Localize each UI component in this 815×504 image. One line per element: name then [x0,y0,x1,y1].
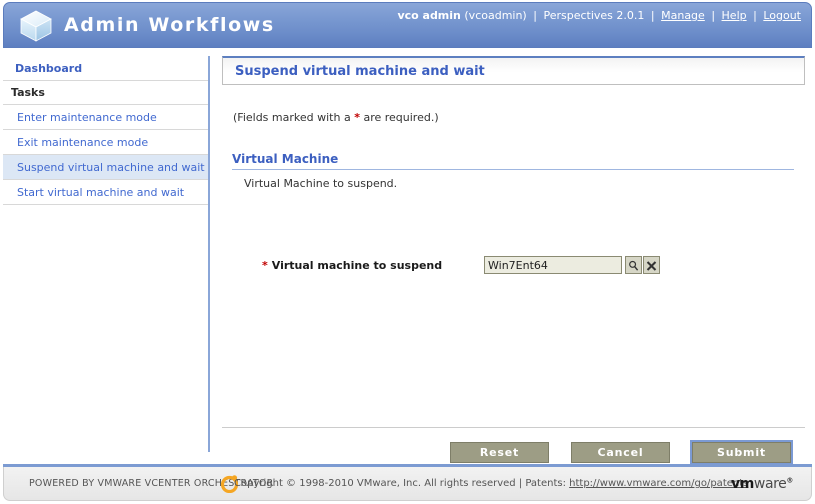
manage-link[interactable]: Manage [661,9,705,22]
close-x-icon [644,260,659,272]
user-login: (vcoadmin) [464,9,527,22]
required-fields-note: (Fields marked with a * are required.) [233,111,439,124]
required-note-prefix: (Fields marked with a [233,111,355,124]
sidebar-item-enter-maintenance-mode[interactable]: Enter maintenance mode [3,105,208,130]
application-window: Admin Workflows vco admin (vcoadmin) | P… [0,0,815,504]
reset-button[interactable]: Reset [450,442,549,463]
sidebar-navigation: Dashboard Tasks Enter maintenance mode E… [3,56,210,452]
required-asterisk: * [262,259,268,272]
separator-1: | [533,9,537,22]
separator-3: | [711,9,716,22]
submit-button[interactable]: Submit [690,440,793,465]
cancel-button[interactable]: Cancel [571,442,670,463]
magnifier-icon [626,260,641,272]
header-user-bar: vco admin (vcoadmin) | Perspectives 2.0.… [397,9,801,22]
sidebar-item-exit-maintenance-mode[interactable]: Exit maintenance mode [3,130,208,155]
sidebar-item-dashboard[interactable]: Dashboard [3,56,208,81]
sidebar-item-start-virtual-machine-and-wait[interactable]: Start virtual machine and wait [3,180,208,205]
section-header-virtual-machine: Virtual Machine [232,152,794,170]
perspectives-label: Perspectives 2.0.1 [543,9,645,22]
app-title: Admin Workflows [64,14,275,36]
sidebar-item-suspend-virtual-machine-and-wait[interactable]: Suspend virtual machine and wait [3,155,208,180]
page-title: Suspend virtual machine and wait [235,64,485,79]
section-divider [232,169,794,170]
form-row-virtual-machine: * Virtual machine to suspend [244,256,804,278]
vmware-logo: vmware® [731,476,793,492]
search-button[interactable] [625,256,642,274]
clear-button[interactable] [643,256,660,274]
copyright-text: Copyright © 1998-2010 VMware, Inc. All r… [234,478,748,489]
vmware-logo-ware: ware [753,476,787,492]
app-header: Admin Workflows vco admin (vcoadmin) | P… [3,2,812,48]
separator-2: | [650,9,655,22]
section-title: Virtual Machine [232,152,339,166]
logout-link[interactable]: Logout [763,9,801,22]
vmware-logo-tm: ® [786,476,793,485]
panel-title-bar: Suspend virtual machine and wait [222,56,805,85]
copyright-label: Copyright © 1998-2010 VMware, Inc. All r… [234,478,570,489]
field-label-text: Virtual machine to suspend [271,259,443,272]
vmware-logo-vm: vm [730,476,754,492]
virtual-machine-input[interactable] [484,256,622,274]
cube-icon [18,9,54,43]
patents-link[interactable]: http://www.vmware.com/go/patents [569,478,748,489]
help-link[interactable]: Help [722,9,747,22]
main-content: Suspend virtual machine and wait (Fields… [214,56,812,474]
field-label-virtual-machine-to-suspend: * Virtual machine to suspend [262,259,442,272]
separator-4: | [753,9,757,22]
required-note-suffix: are required.) [359,111,439,124]
sidebar-section-tasks: Tasks [3,81,208,105]
section-description: Virtual Machine to suspend. [244,177,398,190]
page-footer: POWERED BY VMWARE VCENTER ORCHESTRATOR C… [3,467,812,501]
user-name: vco admin [397,9,461,22]
